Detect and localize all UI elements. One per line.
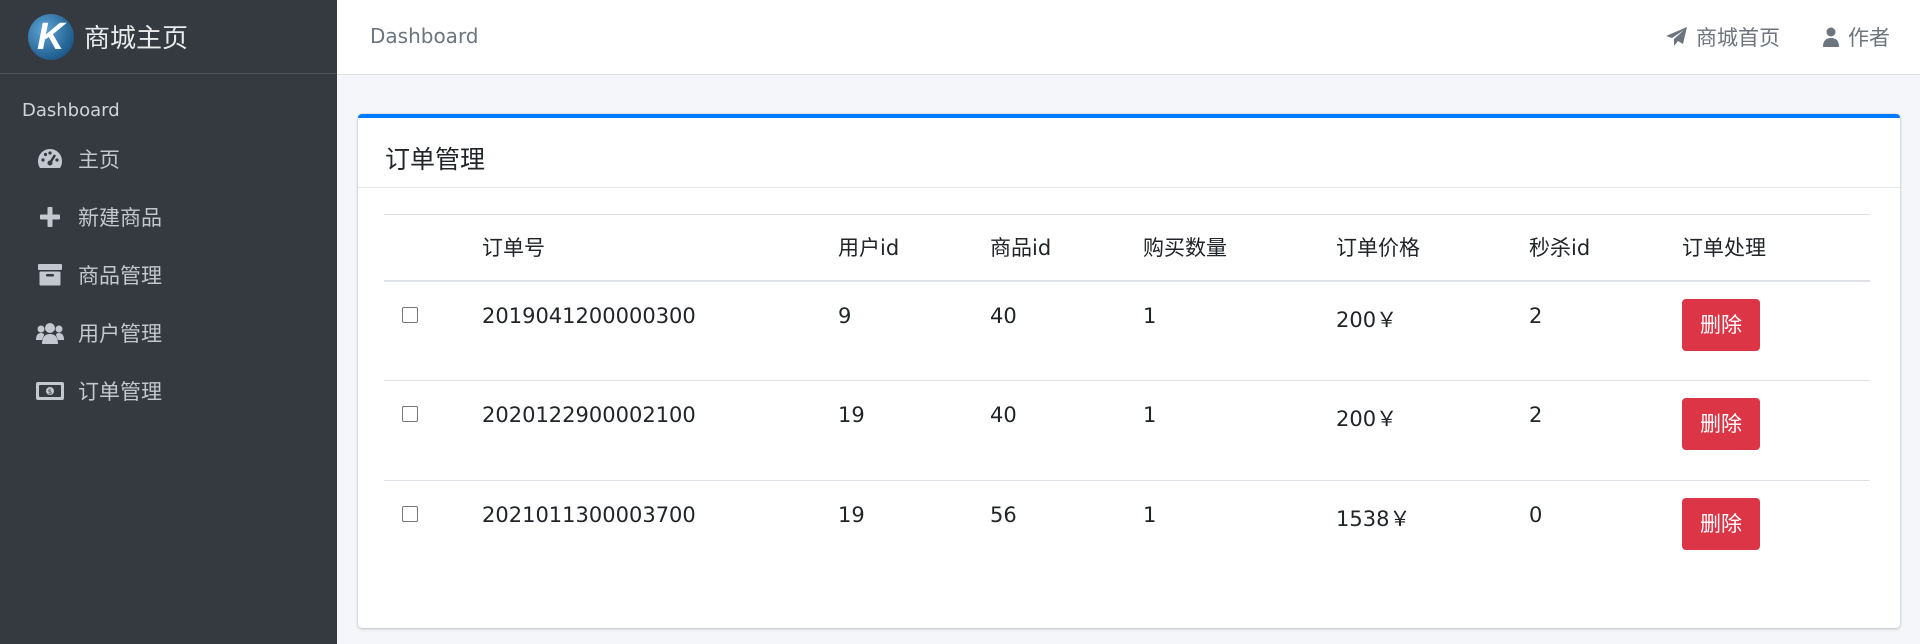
nav-section-header: Dashboard bbox=[22, 100, 120, 121]
cell-order-no: 2019041200000300 bbox=[482, 303, 696, 328]
sidebar-item-label: 商品管理 bbox=[78, 264, 162, 288]
delete-button[interactable]: 删除 bbox=[1682, 298, 1760, 351]
table-row: 2021011300003700 19 56 1 1538￥ 0 删除 bbox=[384, 480, 1870, 581]
order-table: 订单号 用户id 商品id 购买数量 订单价格 秒杀id 订单处理 201904… bbox=[384, 214, 1870, 581]
cell-seckill-id: 0 bbox=[1529, 480, 1682, 581]
cell-seckill-id: 2 bbox=[1529, 303, 1543, 328]
brand-text: 商城主页 bbox=[84, 24, 189, 54]
svg-text:$: $ bbox=[48, 388, 52, 396]
breadcrumb[interactable]: Dashboard bbox=[370, 24, 479, 48]
card-title: 订单管理 bbox=[358, 118, 1900, 188]
cell-user-id: 19 bbox=[838, 380, 990, 481]
cell-price: 200￥ bbox=[1336, 380, 1529, 481]
cell-price: 200￥ bbox=[1336, 307, 1398, 332]
navbar-right: 商城首页 作者 bbox=[1624, 22, 1890, 52]
table-header-row: 订单号 用户id 商品id 购买数量 订单价格 秒杀id 订单处理 bbox=[384, 214, 1870, 282]
header-goods-id: 商品id bbox=[990, 214, 1143, 282]
sidebar-item-label: 主页 bbox=[78, 148, 120, 172]
mall-home-link[interactable]: 商城首页 bbox=[1666, 22, 1780, 52]
top-navbar: Dashboard 商城首页 作者 bbox=[337, 0, 1920, 75]
delete-button[interactable]: 删除 bbox=[1682, 398, 1760, 450]
header-actions: 订单处理 bbox=[1682, 214, 1870, 282]
order-card: 订单管理 订单号 用户id 商品id 购买数量 订单价格 秒杀id 订单处理 2… bbox=[358, 114, 1900, 628]
plus-icon bbox=[36, 204, 64, 230]
cell-order-no: 2020122900002100 bbox=[482, 380, 838, 481]
cell-order-no: 2021011300003700 bbox=[482, 480, 838, 581]
cell-quantity: 1 bbox=[1143, 380, 1336, 481]
cell-goods-id: 40 bbox=[990, 380, 1143, 481]
header-quantity: 购买数量 bbox=[1143, 214, 1336, 282]
cell-goods-id: 40 bbox=[990, 303, 1017, 328]
row-checkbox[interactable] bbox=[402, 406, 418, 422]
user-icon bbox=[1823, 27, 1839, 47]
mall-home-label: 商城首页 bbox=[1696, 26, 1780, 50]
users-icon bbox=[36, 320, 64, 346]
archive-icon bbox=[36, 262, 64, 288]
header-user-id: 用户id bbox=[838, 214, 990, 282]
cell-quantity: 1 bbox=[1143, 303, 1157, 328]
cell-seckill-id: 2 bbox=[1529, 380, 1682, 481]
sidebar-item-user-management[interactable]: 用户管理 bbox=[0, 304, 337, 362]
sidebar-item-label: 订单管理 bbox=[78, 380, 162, 404]
row-checkbox[interactable] bbox=[402, 506, 418, 522]
cell-goods-id: 56 bbox=[990, 480, 1143, 581]
cell-user-id: 19 bbox=[838, 480, 990, 581]
sidebar-item-home[interactable]: 主页 bbox=[0, 130, 337, 188]
brand-logo: K bbox=[28, 13, 74, 60]
cell-quantity: 1 bbox=[1143, 480, 1336, 581]
order-table-wrap: 订单号 用户id 商品id 购买数量 订单价格 秒杀id 订单处理 201904… bbox=[384, 214, 1870, 581]
sidebar-item-product-management[interactable]: 商品管理 bbox=[0, 246, 337, 304]
cell-user-id: 9 bbox=[838, 303, 852, 328]
header-order-no: 订单号 bbox=[482, 214, 838, 282]
table-row: 2019041200000300 9 40 1 200￥ 2 删除 bbox=[384, 281, 1870, 381]
delete-button[interactable]: 删除 bbox=[1682, 498, 1760, 550]
paper-plane-icon bbox=[1666, 27, 1687, 46]
sidebar-item-order-management[interactable]: $ 订单管理 bbox=[0, 362, 337, 420]
row-checkbox[interactable] bbox=[402, 306, 418, 323]
sidebar-item-label: 用户管理 bbox=[78, 322, 162, 346]
header-price: 订单价格 bbox=[1336, 214, 1529, 282]
sidebar-item-new-product[interactable]: 新建商品 bbox=[0, 188, 337, 246]
cell-price: 1538￥ bbox=[1336, 480, 1529, 581]
brand-link[interactable]: K 商城主页 bbox=[0, 0, 337, 74]
sidebar-item-label: 新建商品 bbox=[78, 206, 162, 230]
author-link[interactable]: 作者 bbox=[1822, 22, 1890, 52]
author-label: 作者 bbox=[1848, 26, 1890, 50]
table-row: 2020122900002100 19 40 1 200￥ 2 删除 bbox=[384, 380, 1870, 481]
sidebar: K 商城主页 Dashboard 主页 新建商品 商品管理 用户管理 $ 订单管… bbox=[0, 0, 337, 644]
money-bill-icon: $ bbox=[36, 378, 64, 404]
header-seckill-id: 秒杀id bbox=[1529, 214, 1682, 282]
tachometer-icon bbox=[36, 146, 64, 172]
header-select bbox=[384, 214, 482, 282]
